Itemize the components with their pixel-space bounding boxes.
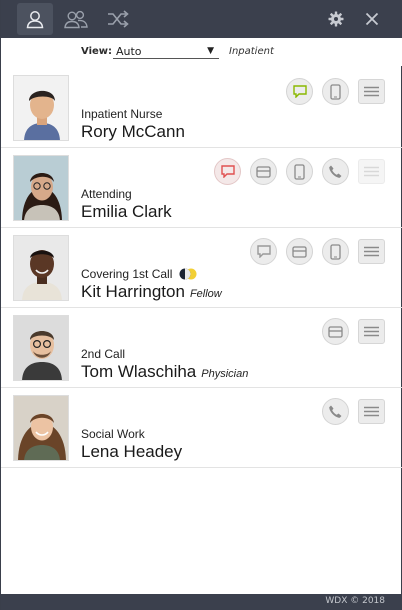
person-icon (26, 11, 44, 29)
mobile-button[interactable] (322, 238, 349, 265)
contact-role-text: Covering 1st Call (81, 267, 173, 281)
message-icon (256, 245, 271, 258)
message-button[interactable] (214, 158, 241, 185)
contact-role: Social Work (81, 427, 145, 441)
chevron-down-icon: ▼ (207, 46, 214, 56)
contact-name-line: Emilia Clark (81, 202, 172, 222)
close-button[interactable] (361, 8, 383, 30)
copyright-text: WDX © 2018 (325, 596, 385, 606)
tab-person[interactable] (17, 3, 53, 35)
message-button[interactable] (250, 238, 277, 265)
mobile-phone-icon (294, 163, 305, 180)
close-icon (365, 12, 379, 26)
message-icon (292, 85, 307, 98)
gear-icon (328, 11, 344, 27)
avatar (13, 395, 69, 461)
contact-name[interactable]: Tom Wlaschiha (81, 362, 196, 381)
toolbar (1, 0, 402, 38)
menu-button[interactable] (358, 319, 385, 344)
pager-button[interactable] (250, 158, 277, 185)
hamburger-icon (364, 86, 379, 97)
contact-row: Attending Emilia Clark (1, 148, 402, 228)
avatar (13, 75, 69, 141)
contact-row: Covering 1st Call Kit Harrington Fellow (1, 228, 402, 308)
shuffle-icon (108, 10, 129, 28)
pager-icon (328, 325, 343, 338)
tab-group[interactable] (58, 3, 94, 35)
contact-name[interactable]: Lena Headey (81, 442, 182, 461)
hamburger-icon (364, 406, 379, 417)
phone-icon (329, 405, 342, 418)
view-bar: View: Auto ▼ Inpatient (1, 38, 402, 66)
half-moon-icon (179, 268, 197, 280)
avatar (13, 315, 69, 381)
contact-name[interactable]: Rory McCann (81, 122, 185, 141)
group-icon (64, 10, 88, 29)
pager-icon (256, 165, 271, 178)
view-select[interactable]: Auto ▼ (113, 43, 219, 59)
mobile-button[interactable] (322, 78, 349, 105)
pager-button[interactable] (286, 238, 313, 265)
phone-button[interactable] (322, 398, 349, 425)
contact-role: Covering 1st Call (81, 267, 198, 281)
tab-shuffle[interactable] (100, 3, 136, 35)
contact-row: Social Work Lena Headey (1, 388, 402, 468)
mobile-phone-icon (330, 83, 341, 100)
view-select-value: Auto (116, 45, 142, 58)
phone-icon (329, 165, 342, 178)
hamburger-icon (364, 166, 379, 177)
contact-role: Inpatient Nurse (81, 107, 163, 121)
contact-name-line: Kit Harrington Fellow (81, 282, 222, 302)
settings-button[interactable] (325, 8, 347, 30)
contact-panel: View: Auto ▼ Inpatient Inpatient Nurse R… (0, 0, 402, 610)
contact-name-line: Rory McCann (81, 122, 185, 142)
view-label: View: (81, 46, 113, 57)
menu-button[interactable] (358, 399, 385, 424)
mobile-phone-icon (330, 243, 341, 260)
message-button[interactable] (286, 78, 313, 105)
contact-row: 2nd Call Tom Wlaschiha Physician (1, 308, 402, 388)
contact-role: 2nd Call (81, 347, 126, 361)
contact-name[interactable]: Kit Harrington (81, 282, 185, 301)
contact-qualifier: Fellow (189, 288, 222, 300)
view-context: Inpatient (229, 46, 274, 57)
contact-row: Inpatient Nurse Rory McCann (1, 68, 402, 148)
contact-role: Attending (81, 187, 132, 201)
avatar (13, 155, 69, 221)
hamburger-icon (364, 246, 379, 257)
menu-button[interactable] (358, 239, 385, 264)
menu-button[interactable] (358, 159, 385, 184)
pager-icon (292, 245, 307, 258)
message-icon (220, 165, 235, 178)
menu-button[interactable] (358, 79, 385, 104)
phone-button[interactable] (322, 158, 349, 185)
contact-qualifier: Physician (201, 368, 249, 380)
mobile-button[interactable] (286, 158, 313, 185)
contact-name-line: Lena Headey (81, 442, 182, 462)
avatar (13, 235, 69, 301)
contact-name[interactable]: Emilia Clark (81, 202, 172, 221)
contact-name-line: Tom Wlaschiha Physician (81, 362, 248, 382)
footer: WDX © 2018 (1, 594, 402, 610)
pager-button[interactable] (322, 318, 349, 345)
hamburger-icon (364, 326, 379, 337)
